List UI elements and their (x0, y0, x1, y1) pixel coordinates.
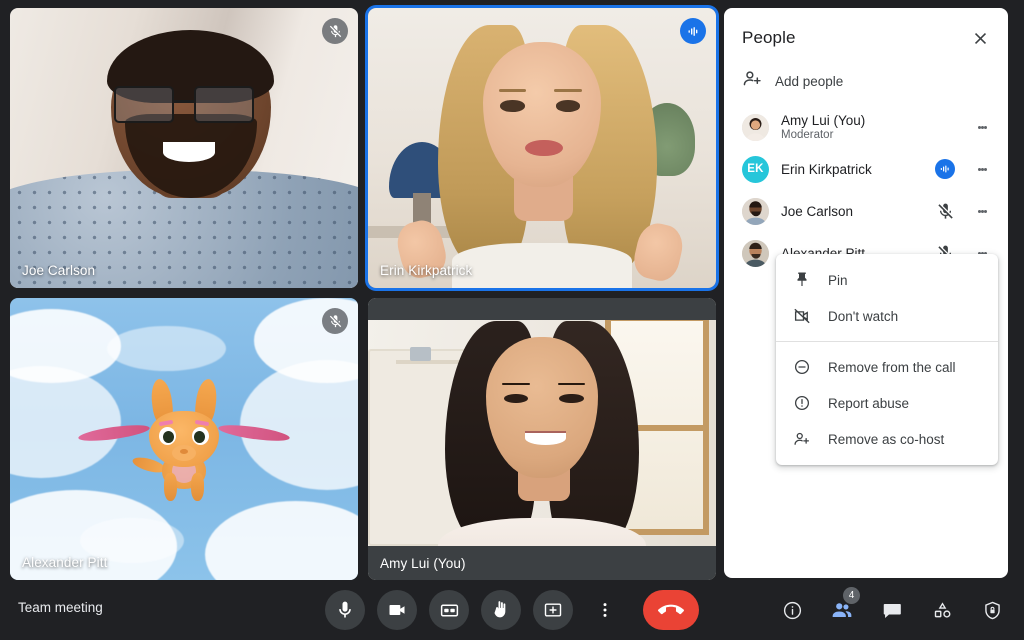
hangup-icon (658, 597, 684, 623)
participant-row-erin-kirkpatrick[interactable]: EK Erin Kirkpatrick (724, 148, 1008, 190)
context-menu-label: Remove as co-host (828, 432, 944, 447)
avatar (742, 198, 769, 225)
mic-off-icon (322, 308, 348, 334)
participant-names: Joe Carlson (781, 204, 920, 219)
participant-name: Joe Carlson (781, 204, 920, 219)
context-menu-divider (776, 341, 998, 342)
video-tile-joe-carlson[interactable]: Joe Carlson (10, 8, 358, 288)
meeting-title: Team meeting (18, 600, 103, 615)
call-controls (325, 590, 699, 630)
people-badge: 4 (843, 587, 860, 604)
present-button[interactable] (533, 590, 573, 630)
add-people-label: Add people (775, 74, 843, 89)
context-menu-label: Remove from the call (828, 360, 956, 375)
activities-icon (932, 600, 953, 621)
activities-button[interactable] (924, 592, 960, 628)
microphone-button[interactable] (325, 590, 365, 630)
video-feed (368, 8, 716, 288)
mic-off-icon (322, 18, 348, 44)
leave-call-button[interactable] (643, 590, 699, 630)
dragon-avatar-icon (114, 385, 254, 505)
more-options-button[interactable] (585, 590, 625, 630)
people-button[interactable]: 4 (824, 592, 860, 628)
avatar-feed (10, 298, 358, 580)
tile-name-label: Amy Lui (You) (380, 556, 466, 571)
participant-context-menu: Pin Don't watch Remove from the call (776, 254, 998, 465)
more-vert-icon[interactable] (970, 166, 994, 172)
participant-role: Moderator (781, 129, 920, 141)
context-menu-item-report-abuse[interactable]: Report abuse (776, 385, 998, 421)
more-vert-icon[interactable] (970, 208, 994, 214)
panel-title: People (742, 28, 796, 48)
info-icon (782, 600, 803, 621)
host-controls-button[interactable] (974, 592, 1010, 628)
participant-row-joe-carlson[interactable]: Joe Carlson (724, 190, 1008, 232)
video-tile-amy-lui[interactable]: Amy Lui (You) (368, 298, 716, 580)
close-icon[interactable] (966, 24, 994, 52)
participant-row-amy-lui[interactable]: Amy Lui (You) Moderator (724, 106, 1008, 148)
participant-names: Erin Kirkpatrick (781, 162, 920, 177)
participant-name: Erin Kirkpatrick (781, 162, 920, 177)
right-toolbar: 4 (774, 592, 1010, 628)
raise-hand-icon (491, 600, 511, 620)
context-menu-item-remove-as-co-host[interactable]: Remove as co-host (776, 421, 998, 457)
chat-button[interactable] (874, 592, 910, 628)
meeting-details-button[interactable] (774, 592, 810, 628)
camera-button[interactable] (377, 590, 417, 630)
person-add-icon (792, 429, 812, 449)
speaking-icon (680, 18, 706, 44)
context-menu-label: Report abuse (828, 396, 909, 411)
panel-header: People (724, 8, 1008, 62)
context-menu-item-dont-watch[interactable]: Don't watch (776, 298, 998, 334)
captions-button[interactable] (429, 590, 469, 630)
video-off-icon (792, 306, 812, 326)
participant-name: Amy Lui (You) (781, 113, 920, 128)
tile-name-label: Joe Carlson (22, 263, 95, 278)
tile-name-label: Alexander Pitt (22, 555, 107, 570)
more-vert-icon (595, 600, 615, 620)
avatar-initials: EK (742, 156, 769, 183)
camera-icon (387, 600, 407, 620)
video-feed (368, 298, 716, 580)
raise-hand-button[interactable] (481, 590, 521, 630)
avatar (742, 240, 769, 267)
context-menu-item-remove-from-call[interactable]: Remove from the call (776, 349, 998, 385)
person-add-icon (742, 68, 763, 94)
more-vert-icon[interactable] (970, 124, 994, 130)
avatar (742, 114, 769, 141)
participant-state (932, 202, 958, 221)
add-people-button[interactable]: Add people (724, 62, 1008, 106)
chat-icon (882, 600, 903, 621)
context-menu-label: Pin (828, 273, 848, 288)
mic-off-icon (936, 202, 955, 221)
remove-circle-icon (792, 357, 812, 377)
video-tile-alexander-pitt[interactable]: Alexander Pitt (10, 298, 358, 580)
speaking-icon (935, 159, 955, 179)
participant-names: Amy Lui (You) Moderator (781, 113, 920, 141)
report-icon (792, 393, 812, 413)
present-icon (543, 600, 563, 620)
video-grid: Joe Carlson (10, 8, 716, 580)
video-feed (10, 8, 358, 288)
captions-icon (439, 600, 460, 621)
video-tile-erin-kirkpatrick[interactable]: Erin Kirkpatrick (368, 8, 716, 288)
tile-name-label: Erin Kirkpatrick (380, 263, 472, 278)
microphone-icon (335, 600, 355, 620)
context-menu-label: Don't watch (828, 309, 898, 324)
context-menu-item-pin[interactable]: Pin (776, 262, 998, 298)
letterbox-top (368, 298, 716, 320)
bottom-toolbar: Team meeting (0, 580, 1024, 640)
pin-icon (792, 270, 812, 290)
participant-state (932, 159, 958, 179)
meet-window: Joe Carlson (0, 0, 1024, 640)
shield-lock-icon (982, 600, 1003, 621)
